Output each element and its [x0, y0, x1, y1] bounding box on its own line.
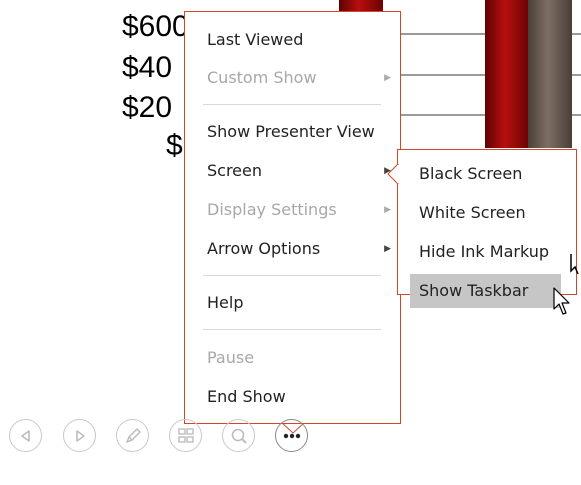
previous-button[interactable]	[9, 419, 42, 452]
chart-bar	[528, 0, 572, 148]
menu-item-display-settings[interactable]: Display Settings ▶	[207, 194, 402, 226]
next-icon	[75, 429, 85, 442]
menu-separator	[203, 275, 381, 276]
menu-item-label: Black Screen	[419, 164, 523, 183]
submenu-item-black-screen[interactable]: Black Screen	[419, 158, 522, 190]
submenu-item-white-screen[interactable]: White Screen	[419, 197, 526, 229]
menu-item-label: Arrow Options	[207, 239, 321, 258]
menu-item-custom-show[interactable]: Custom Show ▶	[207, 62, 402, 94]
previous-icon	[20, 429, 30, 442]
more-options-menu: Last Viewed Custom Show ▶ Show Presenter…	[184, 11, 401, 424]
submenu-arrow-icon: ▶	[384, 244, 391, 254]
menu-item-label: Hide Ink Markup	[419, 242, 550, 261]
zoom-button[interactable]	[222, 419, 255, 452]
menu-item-last-viewed[interactable]: Last Viewed	[207, 24, 303, 56]
menu-item-label: White Screen	[419, 203, 526, 222]
menu-item-label: Help	[207, 293, 244, 312]
submenu-item-show-taskbar[interactable]: Show Taskbar	[410, 274, 561, 308]
menu-separator	[203, 329, 381, 330]
menu-item-label: End Show	[207, 387, 286, 406]
menu-item-label: Show Presenter View	[207, 122, 375, 141]
pen-icon	[125, 427, 141, 443]
zoom-icon	[231, 428, 247, 444]
mouse-cursor-icon	[553, 287, 570, 315]
submenu-arrow-icon: ▶	[384, 205, 391, 215]
submenu-pointer	[387, 164, 399, 184]
menu-item-screen[interactable]: Screen ▶	[207, 155, 402, 187]
more-options-button[interactable]	[275, 419, 308, 452]
menu-item-pause[interactable]: Pause	[207, 342, 254, 374]
menu-item-label: Last Viewed	[207, 30, 304, 49]
see-all-slides-icon	[177, 427, 194, 443]
menu-item-help[interactable]: Help	[207, 287, 243, 319]
menu-item-label: Screen	[207, 161, 263, 180]
menu-item-label: Custom Show	[207, 68, 317, 87]
see-all-slides-button[interactable]	[169, 419, 202, 452]
menu-item-end-show[interactable]: End Show	[207, 381, 286, 413]
menu-separator	[203, 104, 381, 105]
pen-button[interactable]	[116, 419, 149, 452]
more-options-icon	[283, 433, 300, 438]
submenu-arrow-icon: ▶	[384, 73, 391, 83]
submenu-item-hide-ink-markup[interactable]: Hide Ink Markup	[419, 236, 549, 268]
menu-item-label: Show Taskbar	[419, 281, 529, 300]
menu-item-label: Pause	[207, 348, 255, 367]
chart-bar	[485, 0, 529, 148]
slide-pointer-icon	[570, 254, 579, 275]
menu-item-show-presenter-view[interactable]: Show Presenter View	[207, 116, 375, 148]
next-button[interactable]	[63, 419, 96, 452]
menu-item-arrow-options[interactable]: Arrow Options ▶	[207, 233, 402, 265]
screen-submenu: Black Screen White Screen Hide Ink Marku…	[397, 149, 577, 308]
menu-item-label: Display Settings	[207, 200, 337, 219]
